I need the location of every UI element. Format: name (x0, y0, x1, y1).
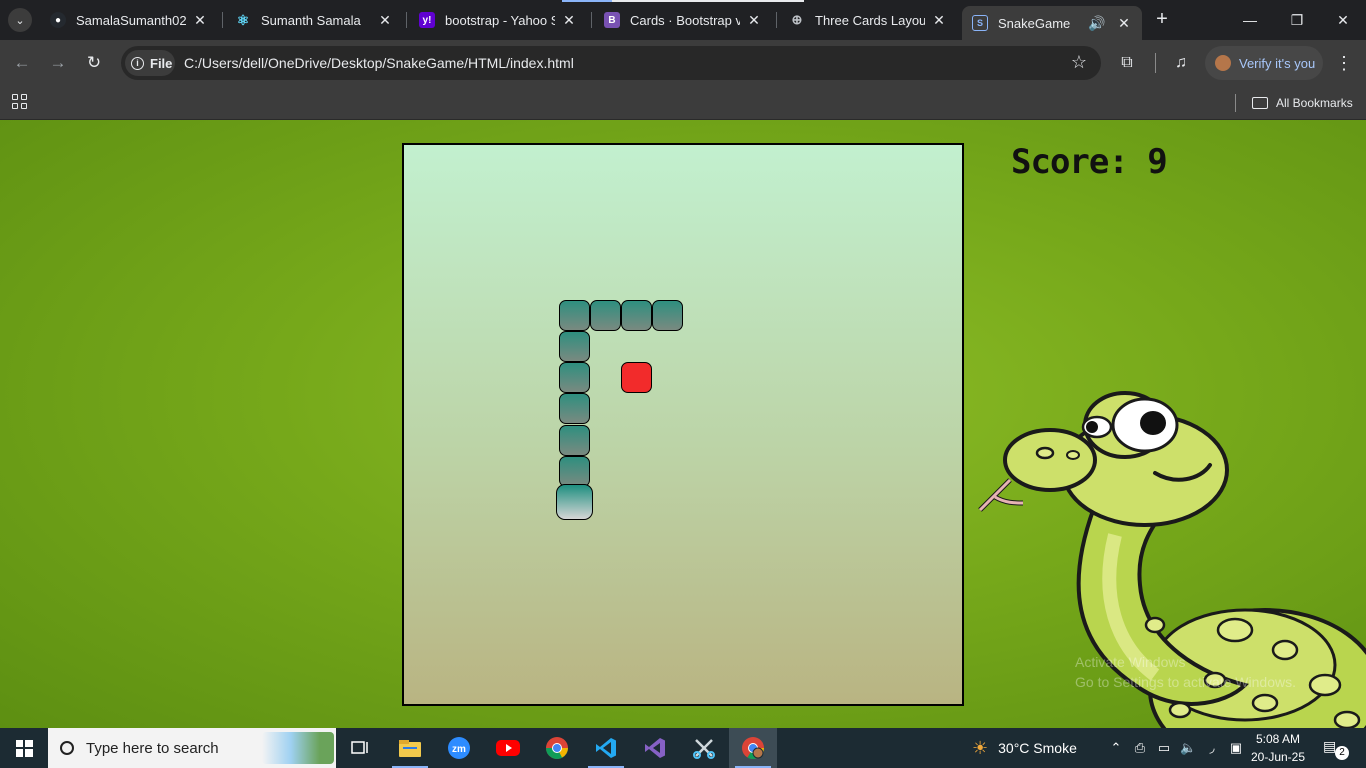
extensions-icon[interactable]: ⧉ (1115, 51, 1139, 75)
page-viewport: Score: 9 Activate Windows Go to Settings… (0, 120, 1366, 728)
vscode-icon[interactable] (582, 728, 630, 768)
browser-toolbar: ← → ↻ i File C:/Users/dell/OneDrive/Desk… (0, 40, 1366, 86)
restore-button[interactable]: ❐ (1285, 8, 1309, 32)
tab-separator (222, 12, 223, 28)
snake-head (556, 483, 593, 520)
back-button[interactable]: ← (10, 51, 34, 75)
info-icon: i (131, 56, 144, 70)
toolbar-divider (1155, 53, 1156, 73)
snake-segment (652, 300, 683, 332)
youtube-icon[interactable] (484, 728, 532, 768)
forward-button[interactable]: → (46, 51, 70, 75)
new-tab-button[interactable]: + (1150, 8, 1174, 32)
tab-separator (591, 12, 592, 28)
tab-github[interactable]: ● SamalaSumanth0262 ✕ (40, 6, 218, 34)
tab-three-cards[interactable]: ⊕ Three Cards Layout ✕ (779, 6, 957, 34)
file-explorer-icon[interactable] (386, 728, 434, 768)
speaker-icon[interactable]: 🔊 (1088, 15, 1105, 32)
snake-segment (590, 300, 621, 332)
taskbar-search-input[interactable]: Type here to search (48, 728, 336, 768)
score-display: Score: 9 (1011, 142, 1168, 182)
food-pellet (621, 362, 652, 394)
haze-weather-icon: ☀ (972, 737, 989, 758)
bookmarks-bar: All Bookmarks (0, 86, 1366, 120)
site-info-chip[interactable]: i File (125, 50, 175, 76)
weather-widget[interactable]: ☀ 30°C Smoke (972, 728, 1077, 768)
tab-bootstrap-cards[interactable]: B Cards · Bootstrap v5.3 ✕ (594, 6, 772, 34)
windows-taskbar: Type here to search zm ☀ 30°C Smoke ⌃ ⎙ … (0, 728, 1366, 768)
snake-segment (559, 300, 590, 332)
keyboard-icon[interactable]: ▣ (1228, 740, 1244, 756)
activate-windows-watermark: Activate Windows Go to Settings to activ… (1075, 654, 1296, 690)
github-icon: ● (50, 12, 66, 28)
folder-icon (1252, 97, 1268, 109)
avatar (1215, 55, 1231, 71)
yahoo-icon: y! (419, 12, 435, 28)
tab-portfolio[interactable]: ⚛ Sumanth Samala ✕ (225, 6, 403, 34)
tab-yahoo-search[interactable]: y! bootstrap - Yahoo Sea ✕ (409, 6, 587, 34)
tab-close-icon[interactable]: ✕ (192, 12, 208, 29)
game-board[interactable] (402, 143, 964, 706)
chrome-icon[interactable] (533, 728, 581, 768)
snake-segment (559, 331, 590, 363)
svg-text:zm: zm (452, 744, 466, 755)
tab-loading-indicator (562, 0, 612, 2)
tab-close-icon[interactable]: ✕ (377, 12, 393, 29)
onedrive-sync-icon[interactable]: ⎙ (1132, 740, 1148, 756)
tab-strip: ⌄ ● SamalaSumanth0262 ✕ ⚛ Sumanth Samala… (0, 0, 1366, 40)
system-clock[interactable]: 5:08 AM 20-Jun-25 (1248, 730, 1308, 766)
snake-page-icon: S (972, 15, 988, 31)
search-highlight-illustration (262, 732, 334, 764)
tab-close-icon[interactable]: ✕ (746, 12, 762, 29)
tab-separator (776, 12, 777, 28)
menu-kebab-icon[interactable]: ⋮ (1334, 51, 1354, 75)
snake-segment (559, 362, 590, 394)
show-hidden-icons-chevron[interactable]: ⌃ (1108, 740, 1124, 756)
reload-button[interactable]: ↻ (82, 51, 106, 75)
visual-studio-icon[interactable] (631, 728, 679, 768)
wifi-icon[interactable]: ◞ (1204, 740, 1220, 756)
volume-icon[interactable]: 🔈 (1180, 740, 1196, 756)
bookmarks-separator (1235, 94, 1236, 112)
tab-close-icon[interactable]: ✕ (1116, 15, 1132, 32)
verify-profile-button[interactable]: Verify it's you (1205, 46, 1323, 80)
snake-segment (621, 300, 652, 332)
globe-icon: ⊕ (791, 12, 803, 27)
start-button[interactable] (0, 728, 48, 768)
snake-segment (559, 393, 590, 425)
bookmark-star-icon[interactable]: ☆ (1071, 52, 1087, 73)
tab-separator (406, 12, 407, 28)
tab-snakegame[interactable]: S SnakeGame 🔊 ✕ (962, 6, 1142, 40)
all-bookmarks-button[interactable]: All Bookmarks (1252, 92, 1353, 114)
windows-logo-icon (15, 739, 33, 757)
search-icon (60, 741, 74, 755)
close-window-button[interactable]: ✕ (1331, 8, 1355, 32)
tab-close-icon[interactable]: ✕ (561, 12, 577, 29)
tab-loading-indicator (612, 0, 804, 2)
tab-search-button[interactable]: ⌄ (8, 8, 32, 32)
task-view-icon[interactable] (336, 728, 384, 768)
minimize-button[interactable]: — (1238, 8, 1262, 32)
media-controls-icon[interactable]: ♫ (1169, 51, 1193, 75)
notification-count-badge: 2 (1335, 746, 1349, 760)
snipping-tool-icon[interactable] (680, 728, 728, 768)
notification-center-icon[interactable]: ▤ 2 (1323, 738, 1349, 760)
zoom-icon[interactable]: zm (435, 728, 483, 768)
bootstrap-icon: B (604, 12, 620, 28)
tab-close-icon[interactable]: ✕ (931, 12, 947, 29)
snake-segment (559, 455, 590, 487)
react-icon: ⚛ (236, 11, 250, 28)
chrome-active-icon[interactable] (729, 728, 777, 768)
snake-segment (559, 424, 590, 456)
address-bar[interactable]: i File C:/Users/dell/OneDrive/Desktop/Sn… (121, 46, 1101, 80)
battery-icon[interactable]: ▭ (1156, 740, 1172, 756)
url-text[interactable]: C:/Users/dell/OneDrive/Desktop/SnakeGame… (184, 55, 574, 71)
apps-grid-icon[interactable] (12, 94, 28, 110)
